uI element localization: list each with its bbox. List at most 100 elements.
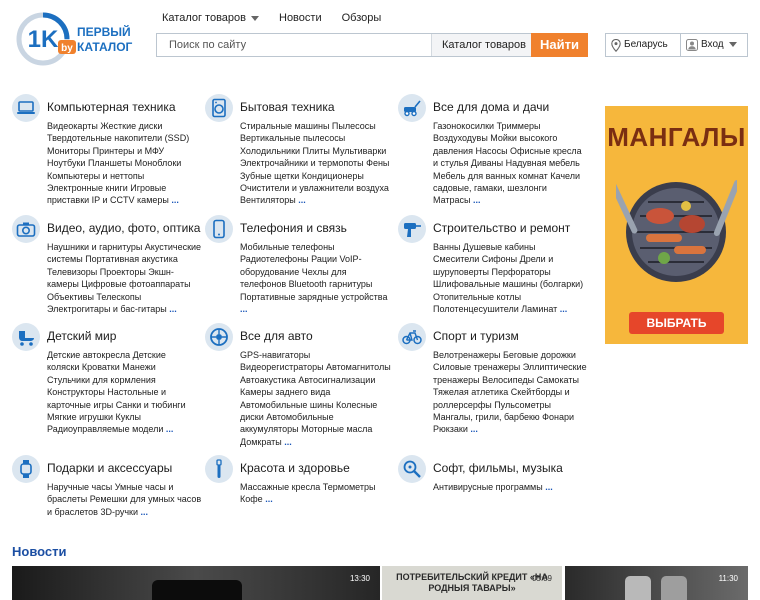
news-thumbnail[interactable]: ПОТРЕБИТЕЛЬСКИЙ КРЕДИТ «НА РОДНЫЯ ТАВАРЫ…: [382, 566, 562, 600]
category-title[interactable]: Детский мир: [47, 329, 116, 343]
more-link[interactable]: ...: [298, 195, 306, 205]
category-link[interactable]: Ноутбуки Планшеты Моноблоки: [47, 158, 181, 168]
news-thumbnail[interactable]: 11:30: [565, 566, 748, 600]
category-link[interactable]: коляски Кроватки Манежи: [47, 362, 156, 372]
category-link[interactable]: Автомобильные шины Колесные: [240, 400, 377, 410]
more-link[interactable]: ...: [470, 424, 478, 434]
category-link[interactable]: Камеры заднего вида: [240, 387, 330, 397]
category-link[interactable]: Детские автокресла Детские: [47, 350, 166, 360]
news-thumbnail[interactable]: 13:30: [12, 566, 380, 600]
category-link[interactable]: Зубные щетки Кондиционеры: [240, 171, 364, 181]
nav-news[interactable]: Новости: [279, 12, 322, 24]
category-link[interactable]: Силовые тренажеры Эллиптические: [433, 362, 587, 372]
more-link[interactable]: ...: [473, 195, 481, 205]
category-link[interactable]: Наручные часы Умные часы и: [47, 482, 173, 492]
more-link[interactable]: ...: [265, 494, 273, 504]
category-link[interactable]: Мягкие игрушки Куклы: [47, 412, 141, 422]
category-link[interactable]: Электрочайники и термопоты Фены: [240, 158, 389, 168]
category-title[interactable]: Компьютерная техника: [47, 100, 176, 114]
category-link[interactable]: Мониторы Принтеры и МФУ: [47, 146, 164, 156]
login-button[interactable]: Вход: [681, 33, 748, 57]
more-link[interactable]: ...: [240, 304, 248, 314]
nav-reviews[interactable]: Обзоры: [342, 12, 382, 24]
category-link[interactable]: Объективы Телескопы: [47, 292, 141, 302]
category-link[interactable]: Конструкторы Настольные и: [47, 387, 166, 397]
category-link[interactable]: Видеокарты Жесткие диски: [47, 121, 162, 131]
category-link[interactable]: давления Насосы Офисные кресла: [433, 146, 582, 156]
more-link[interactable]: ...: [284, 437, 292, 447]
category-link[interactable]: Шлифовальные машины (болгарки): [433, 279, 583, 289]
category-link[interactable]: Мобильные телефоны: [240, 242, 335, 252]
category-title[interactable]: Подарки и аксессуары: [47, 461, 172, 475]
category-link[interactable]: Вентиляторы: [240, 195, 296, 205]
category-link[interactable]: Домкраты: [240, 437, 282, 447]
category-link[interactable]: системы Портативная акустика: [47, 254, 178, 264]
search-button[interactable]: Найти: [531, 33, 588, 57]
category-title[interactable]: Красота и здоровье: [240, 461, 350, 475]
category-link[interactable]: Вертикальные пылесосы: [240, 133, 345, 143]
category-link[interactable]: телефонов Bluetooth гарнитуры: [240, 279, 372, 289]
category-link[interactable]: и браслетов 3D-ручки: [47, 507, 138, 517]
category-link[interactable]: Видеорегистраторы Автомагнитолы: [240, 362, 391, 372]
category-link[interactable]: Портативные зарядные устройства: [240, 292, 387, 302]
category-link[interactable]: камеры Цифровые фотоаппараты: [47, 279, 191, 289]
category-link[interactable]: Мангалы, грили, барбекю Фонари: [433, 412, 574, 422]
category-link[interactable]: Антивирусные программы: [433, 482, 543, 492]
category-link[interactable]: аккумуляторы Моторные масла: [240, 424, 372, 434]
category-link[interactable]: Электрогитары и бас-гитары: [47, 304, 167, 314]
category-title[interactable]: Все для дома и дачи: [433, 100, 549, 114]
category-link[interactable]: Стиральные машины Пылесосы: [240, 121, 376, 131]
category-link[interactable]: и стулья Диваны Надувная мебель: [433, 158, 580, 168]
category-link[interactable]: Телевизоры Проекторы Экшн-: [47, 267, 174, 277]
more-link[interactable]: ...: [166, 424, 174, 434]
category-title[interactable]: Все для авто: [240, 329, 313, 343]
category-title[interactable]: Спорт и туризм: [433, 329, 519, 343]
category-link[interactable]: Мебель для ванных комнат Качели: [433, 171, 580, 181]
category-link[interactable]: Матрасы: [433, 195, 471, 205]
category-link[interactable]: Очистители и увлажнители воздуха: [240, 183, 389, 193]
category-link[interactable]: Ванны Душевые кабины: [433, 242, 535, 252]
category-title[interactable]: Бытовая техника: [240, 100, 335, 114]
search-input[interactable]: [157, 34, 429, 56]
category-link[interactable]: Отопительные котлы: [433, 292, 521, 302]
region-select[interactable]: Беларусь: [605, 33, 681, 57]
category-link[interactable]: Холодильники Плиты Мультиварки: [240, 146, 386, 156]
news-heading[interactable]: Новости: [12, 544, 67, 559]
category-link[interactable]: приставки IP и CCTV камеры: [47, 195, 169, 205]
category-link[interactable]: садовые, гамаки, шезлонги: [433, 183, 547, 193]
category-link[interactable]: Кофе: [240, 494, 263, 504]
grill-banner[interactable]: МАНГАЛЫ ВЫБРАТЬ: [605, 106, 748, 344]
category-link[interactable]: Газонокосилки Триммеры: [433, 121, 540, 131]
banner-select-button[interactable]: ВЫБРАТЬ: [629, 312, 724, 334]
category-link[interactable]: Полотенцесушители Ламинат: [433, 304, 557, 314]
site-logo[interactable]: 1K by ПЕРВЫЙ КАТАЛОГ: [14, 6, 140, 70]
category-title[interactable]: Строительство и ремонт: [433, 221, 570, 235]
category-link[interactable]: оборудование Чехлы для: [240, 267, 347, 277]
category-link[interactable]: Стульчики для кормления: [47, 375, 156, 385]
category-link[interactable]: GPS-навигаторы: [240, 350, 310, 360]
category-link[interactable]: Рюкзаки: [433, 424, 468, 434]
category-link[interactable]: Велотренажеры Беговые дорожки: [433, 350, 576, 360]
category-link[interactable]: Компьютеры и неттопы: [47, 171, 144, 181]
category-link[interactable]: Твердотельные накопители (SSD): [47, 133, 189, 143]
category-link[interactable]: Радиоуправляемые модели: [47, 424, 163, 434]
category-link[interactable]: карточные игры Санки и тюбинги: [47, 400, 186, 410]
category-link[interactable]: Воздуходувы Мойки высокого: [433, 133, 557, 143]
search-category-select[interactable]: Каталог товаров: [431, 34, 539, 56]
more-link[interactable]: ...: [141, 507, 149, 517]
more-link[interactable]: ...: [545, 482, 553, 492]
category-link[interactable]: Наушники и гарнитуры Акустические: [47, 242, 201, 252]
category-link[interactable]: Автоакустика Автосигнализации: [240, 375, 375, 385]
category-link[interactable]: диски Автомобильные: [240, 412, 334, 422]
more-link[interactable]: ...: [171, 195, 179, 205]
category-title[interactable]: Видео, аудио, фото, оптика: [47, 221, 200, 235]
nav-catalog[interactable]: Каталог товаров: [162, 12, 259, 24]
category-link[interactable]: шуруповерты Перфораторы: [433, 267, 551, 277]
category-title[interactable]: Софт, фильмы, музыка: [433, 461, 563, 475]
category-link[interactable]: браслеты Ремешки для умных часов: [47, 494, 201, 504]
category-link[interactable]: Тяжелая атлетика Скейтборды и: [433, 387, 570, 397]
category-title[interactable]: Телефония и связь: [240, 221, 347, 235]
more-link[interactable]: ...: [560, 304, 568, 314]
category-link[interactable]: роллерсерфы Пульсометры: [433, 400, 551, 410]
category-link[interactable]: тренажеры Велосипеды Самокаты: [433, 375, 579, 385]
